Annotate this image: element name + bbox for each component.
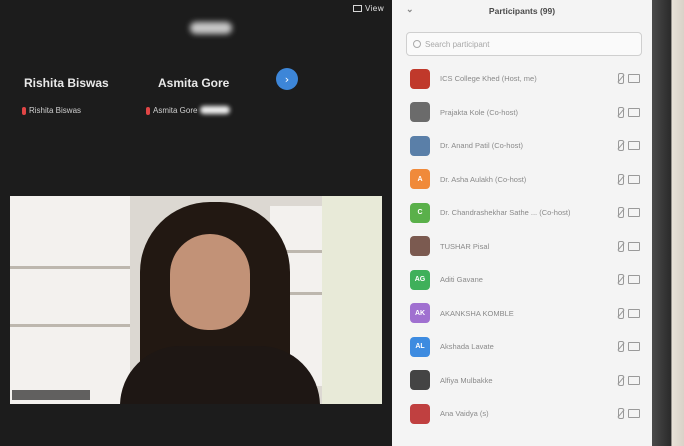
participant-status-icons bbox=[618, 173, 640, 185]
search-input[interactable]: Search participant bbox=[406, 32, 642, 56]
participant-status-icons bbox=[618, 374, 640, 386]
camera-icon bbox=[628, 141, 640, 151]
background-shelf bbox=[10, 196, 130, 404]
avatar bbox=[410, 370, 430, 391]
participant-status-icons bbox=[618, 140, 640, 152]
camera-icon bbox=[628, 342, 640, 352]
participant-name: Akshada Lavate bbox=[440, 342, 494, 352]
search-icon bbox=[413, 40, 421, 48]
participant-row[interactable]: ICS College Khed (Host, me) bbox=[392, 62, 652, 96]
panel-header: ⌄ Participants (99) bbox=[392, 0, 652, 22]
avatar: AK bbox=[410, 303, 430, 324]
participant-name: Ana Vaidya (s) bbox=[440, 409, 489, 419]
avatar bbox=[410, 236, 430, 257]
camera-icon bbox=[628, 275, 640, 285]
avatar: AG bbox=[410, 269, 430, 290]
camera-icon bbox=[628, 409, 640, 419]
participant-status-icons bbox=[618, 106, 640, 118]
participant-row[interactable]: C Dr. Chandrashekhar Sathe ... (Co-host) bbox=[392, 196, 652, 230]
muted-mic-icon bbox=[618, 374, 624, 386]
muted-mic-icon bbox=[618, 73, 624, 85]
screen-glare bbox=[200, 106, 230, 114]
tile-name-asmita: Asmita Gore bbox=[158, 76, 230, 90]
participants-title: Participants (99) bbox=[488, 6, 556, 16]
participant-name: Dr. Anand Patil (Co-host) bbox=[440, 141, 523, 151]
participant-name: TUSHAR Pisal bbox=[440, 241, 490, 251]
muted-mic-icon bbox=[618, 173, 624, 185]
shelf-line bbox=[10, 324, 130, 327]
avatar bbox=[410, 68, 430, 89]
muted-mic-icon bbox=[618, 140, 624, 152]
muted-mic-icon bbox=[22, 106, 26, 115]
participant-status-icons bbox=[618, 307, 640, 319]
camera-icon bbox=[628, 241, 640, 251]
participant-name: Dr. Asha Aulakh (Co-host) bbox=[440, 174, 527, 184]
participant-status-icons bbox=[618, 207, 640, 219]
muted-mic-icon bbox=[618, 207, 624, 219]
participant-row[interactable]: A Dr. Asha Aulakh (Co-host) bbox=[392, 163, 652, 197]
participant-name: Alfiya Mulbakke bbox=[440, 375, 493, 385]
participant-row[interactable]: Prajakta Kole (Co-host) bbox=[392, 96, 652, 130]
participant-list: ICS College Khed (Host, me) Prajakta Kole… bbox=[392, 62, 652, 431]
muted-mic-icon bbox=[618, 307, 624, 319]
camera-icon bbox=[628, 375, 640, 385]
muted-mic-icon bbox=[618, 274, 624, 286]
screen-glare bbox=[190, 22, 232, 34]
avatar: A bbox=[410, 169, 430, 190]
background-window bbox=[322, 196, 382, 404]
shelf-line bbox=[10, 266, 130, 269]
chevron-down-icon[interactable]: ⌄ bbox=[406, 4, 414, 15]
video-name-label bbox=[12, 390, 90, 400]
avatar bbox=[410, 135, 430, 156]
participant-name: AKANKSHA KOMBLE bbox=[440, 308, 514, 318]
tile-label-rishita: Rishita Biswas bbox=[22, 106, 81, 115]
participant-row[interactable]: Alfiya Mulbakke bbox=[392, 364, 652, 398]
tile-label-asmita: Asmita Gore bbox=[146, 106, 197, 115]
participants-panel: ⌄ Participants (99) Search participant I… bbox=[392, 0, 652, 446]
participant-status-icons bbox=[618, 341, 640, 353]
participant-name: Aditi Gavane bbox=[440, 275, 483, 285]
speaker-face bbox=[170, 234, 250, 330]
muted-mic-icon bbox=[146, 106, 150, 115]
avatar: AL bbox=[410, 336, 430, 357]
participant-row[interactable]: AG Aditi Gavane bbox=[392, 263, 652, 297]
participant-row[interactable]: AK AKANKSHA KOMBLE bbox=[392, 297, 652, 331]
muted-mic-icon bbox=[618, 240, 624, 252]
participant-name: ICS College Khed (Host, me) bbox=[440, 74, 537, 84]
participant-row[interactable]: TUSHAR Pisal bbox=[392, 230, 652, 264]
meeting-area: View Rishita Biswas Rishita Biswas Asmit… bbox=[0, 0, 392, 446]
participant-status-icons bbox=[618, 408, 640, 420]
grid-icon bbox=[353, 5, 363, 12]
view-label: View bbox=[365, 4, 384, 13]
search-placeholder: Search participant bbox=[425, 39, 490, 49]
speaker-body bbox=[120, 346, 320, 404]
active-speaker-video bbox=[10, 196, 382, 404]
muted-mic-icon bbox=[618, 106, 624, 118]
view-button[interactable]: View bbox=[353, 4, 384, 13]
participant-name: Prajakta Kole (Co-host) bbox=[440, 107, 518, 117]
next-page-button[interactable]: › bbox=[276, 68, 298, 90]
participant-row[interactable]: AL Akshada Lavate bbox=[392, 330, 652, 364]
camera-icon bbox=[628, 208, 640, 218]
camera-icon bbox=[628, 174, 640, 184]
avatar bbox=[410, 403, 430, 424]
participant-status-icons bbox=[618, 240, 640, 252]
participant-row[interactable]: Dr. Anand Patil (Co-host) bbox=[392, 129, 652, 163]
participant-status-icons bbox=[618, 274, 640, 286]
avatar bbox=[410, 102, 430, 123]
chevron-right-icon: › bbox=[284, 72, 290, 86]
participant-status-icons bbox=[618, 73, 640, 85]
room-background bbox=[652, 0, 684, 446]
tile-name-rishita: Rishita Biswas bbox=[24, 76, 109, 90]
muted-mic-icon bbox=[618, 341, 624, 353]
participant-name: Dr. Chandrashekhar Sathe ... (Co-host) bbox=[440, 208, 571, 218]
camera-icon bbox=[628, 308, 640, 318]
avatar: C bbox=[410, 202, 430, 223]
camera-icon bbox=[628, 107, 640, 117]
camera-icon bbox=[628, 74, 640, 84]
muted-mic-icon bbox=[618, 408, 624, 420]
participant-row[interactable]: Ana Vaidya (s) bbox=[392, 397, 652, 431]
